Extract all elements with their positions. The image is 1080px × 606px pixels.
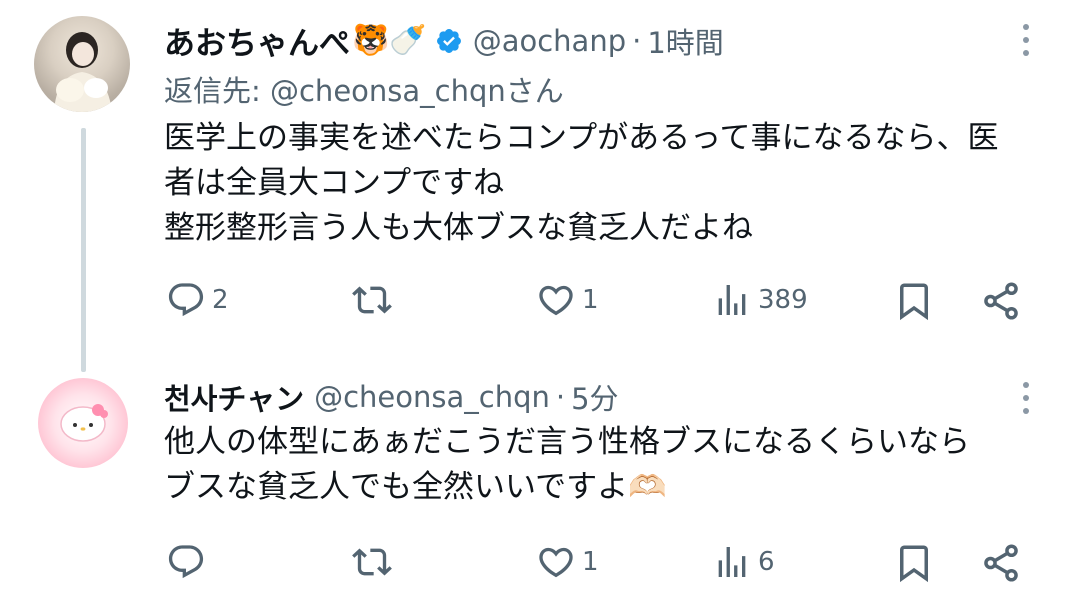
handle[interactable]: @cheonsa_chqn bbox=[314, 380, 550, 414]
tweet-text-line: ブスな貧乏人でも全然いいですよ🫶🏻 bbox=[164, 469, 667, 505]
reply-icon bbox=[168, 545, 204, 579]
reply-icon bbox=[168, 283, 204, 317]
separator-dot: · bbox=[632, 23, 642, 58]
tweet-2[interactable]: 천사チャン @cheonsa_chqn · 5分 他人の体型にあぁだこうだ言う性… bbox=[0, 360, 1080, 606]
tweet-text-line: 者は全員大コンプですね bbox=[164, 165, 505, 201]
handle[interactable]: @aochanp bbox=[473, 24, 626, 58]
reply-button[interactable] bbox=[166, 542, 212, 582]
tweet-actions: 1 6 bbox=[0, 542, 1080, 584]
bookmark-icon bbox=[900, 545, 928, 583]
like-icon bbox=[539, 547, 573, 578]
tweet-text: 他人の体型にあぁだこうだ言う性格ブスになるくらいなら ブスな貧乏人でも全然いいで… bbox=[164, 420, 970, 510]
tweet-actions: 2 1 389 bbox=[0, 280, 1080, 322]
retweet-button[interactable] bbox=[352, 542, 392, 582]
views-icon bbox=[718, 285, 746, 315]
display-name[interactable]: 천사チャン bbox=[164, 376, 304, 418]
tweet-text-line: 医学上の事実を述べたらコンプがあるって事になるなら、医 bbox=[164, 120, 999, 156]
more-icon[interactable] bbox=[1020, 382, 1032, 414]
bookmark-button[interactable] bbox=[893, 542, 935, 584]
tweet-1[interactable]: あおちゃんぺ 🐯🍼 @aochanp · 1時間 返信先: @cheonsa_c… bbox=[0, 0, 1080, 360]
tweet-header: あおちゃんぺ 🐯🍼 @aochanp · 1時間 bbox=[164, 18, 724, 63]
views-icon bbox=[718, 547, 746, 577]
bookmark-button[interactable] bbox=[893, 280, 935, 322]
retweet-icon bbox=[352, 286, 392, 314]
avatar-aochanp[interactable] bbox=[34, 16, 130, 112]
separator-dot: · bbox=[555, 380, 566, 414]
views-count: 389 bbox=[758, 285, 808, 315]
views-button[interactable]: 6 bbox=[712, 542, 775, 582]
avatar-cheonsa[interactable] bbox=[38, 378, 128, 468]
like-button[interactable]: 1 bbox=[536, 542, 599, 582]
share-button[interactable] bbox=[980, 542, 1022, 584]
display-name[interactable]: あおちゃんぺ bbox=[164, 18, 350, 63]
share-button[interactable] bbox=[980, 280, 1022, 322]
reply-count: 2 bbox=[212, 285, 229, 315]
bookmark-icon bbox=[900, 283, 928, 321]
retweet-button[interactable] bbox=[352, 280, 392, 320]
like-button[interactable]: 1 bbox=[536, 280, 599, 320]
verified-badge-icon bbox=[435, 27, 463, 55]
tweet-text-line: 他人の体型にあぁだこうだ言う性格ブスになるくらいなら bbox=[164, 424, 970, 460]
views-count: 6 bbox=[758, 547, 775, 577]
tweet-text: 医学上の事実を述べたらコンプがあるって事になるなら、医 者は全員大コンプですね … bbox=[164, 116, 999, 251]
reply-to-label[interactable]: 返信先: @cheonsa_chqnさん bbox=[164, 68, 564, 110]
like-count: 1 bbox=[582, 285, 599, 315]
share-icon bbox=[984, 544, 1018, 582]
like-count: 1 bbox=[582, 547, 599, 577]
name-emojis: 🐯🍼 bbox=[352, 23, 427, 58]
views-button[interactable]: 389 bbox=[712, 280, 808, 320]
tweet-header: 천사チャン @cheonsa_chqn · 5分 bbox=[164, 376, 619, 418]
timestamp[interactable]: 1時間 bbox=[647, 20, 723, 62]
more-icon[interactable] bbox=[1020, 24, 1032, 56]
avatar-image bbox=[54, 32, 112, 112]
avatar-image bbox=[60, 404, 108, 442]
retweet-icon bbox=[352, 548, 392, 576]
reply-button[interactable]: 2 bbox=[166, 280, 229, 320]
share-icon bbox=[984, 282, 1018, 320]
like-icon bbox=[539, 285, 573, 316]
tweet-text-line: 整形整形言う人も大体ブスな貧乏人だよね bbox=[164, 210, 753, 246]
timestamp[interactable]: 5分 bbox=[571, 376, 618, 418]
